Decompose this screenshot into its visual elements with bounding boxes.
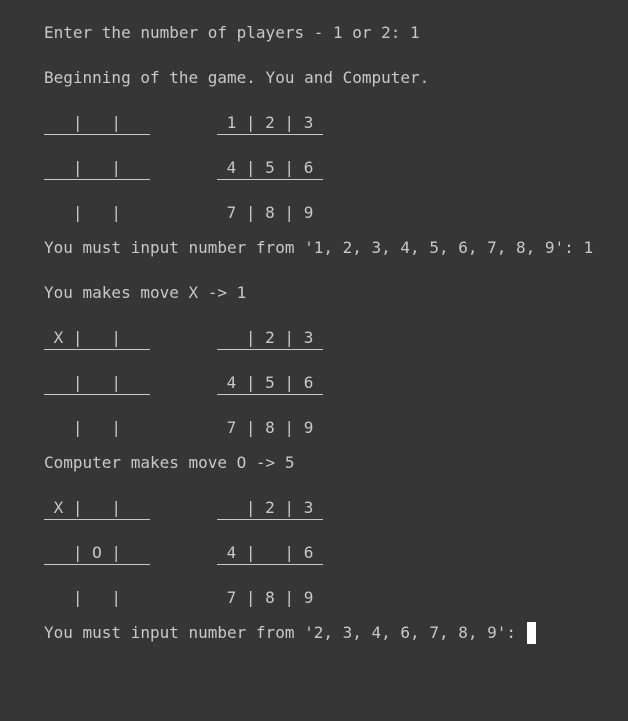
line-text: Computer makes move O -> 5 — [44, 453, 295, 472]
board-row: 4 | 5 | 6 — [217, 372, 323, 395]
board-row: X | | — [44, 327, 150, 350]
text-cursor[interactable] — [526, 622, 536, 644]
board-row: | | — [44, 588, 122, 607]
line-text: Enter the number of players - 1 or 2: 1 — [44, 23, 420, 42]
game-board: X | | | | | | — [44, 327, 150, 439]
input-prompt-line[interactable]: You must input number from '2, 3, 4, 6, … — [44, 622, 624, 644]
board-row: | O | — [44, 542, 150, 565]
board-row: 7 | 8 | 9 — [217, 418, 314, 437]
board-row: 4 | 5 | 6 — [217, 157, 323, 180]
board-row: | | — [44, 418, 122, 437]
line-text: Beginning of the game. You and Computer. — [44, 68, 430, 87]
board-row: | | — [44, 203, 122, 222]
board-display: X | | | | | | | 2 | 3 4 | 5 | 6 7 | 8 | … — [44, 327, 624, 439]
board-row: X | | — [44, 497, 150, 520]
board-row: 1 | 2 | 3 — [217, 112, 323, 135]
output-line: Enter the number of players - 1 or 2: 1 — [44, 22, 624, 44]
board-display: X | | | O | | | | 2 | 3 4 | | 6 7 | 8 | … — [44, 497, 624, 609]
board-row: 7 | 8 | 9 — [217, 588, 314, 607]
board-display: | | | | | | 1 | 2 | 3 4 | 5 | 6 7 | 8 | … — [44, 112, 624, 224]
board-row: 4 | | 6 — [217, 542, 323, 565]
terminal-output[interactable]: Enter the number of players - 1 or 2: 1 B… — [44, 22, 624, 667]
board-row: 7 | 8 | 9 — [217, 203, 314, 222]
key-board: 1 | 2 | 3 4 | 5 | 6 7 | 8 | 9 — [217, 112, 323, 224]
key-board: | 2 | 3 4 | 5 | 6 7 | 8 | 9 — [217, 327, 323, 439]
output-line: Beginning of the game. You and Computer. — [44, 67, 624, 89]
key-board: | 2 | 3 4 | | 6 7 | 8 | 9 — [217, 497, 323, 609]
board-row: | | — [44, 372, 150, 395]
output-line: You makes move X -> 1 — [44, 282, 624, 304]
line-text: You must input number from '1, 2, 3, 4, … — [44, 238, 594, 257]
output-line: You must input number from '1, 2, 3, 4, … — [44, 237, 624, 259]
board-row: | | — [44, 112, 150, 135]
game-board: | | | | | | — [44, 112, 150, 224]
line-text: You makes move X -> 1 — [44, 283, 247, 302]
board-row: | 2 | 3 — [217, 327, 323, 350]
board-row: | | — [44, 157, 150, 180]
board-row: | 2 | 3 — [217, 497, 323, 520]
game-board: X | | | O | | | — [44, 497, 150, 609]
line-text: You must input number from '2, 3, 4, 6, … — [44, 623, 526, 642]
output-line: Computer makes move O -> 5 — [44, 452, 624, 474]
